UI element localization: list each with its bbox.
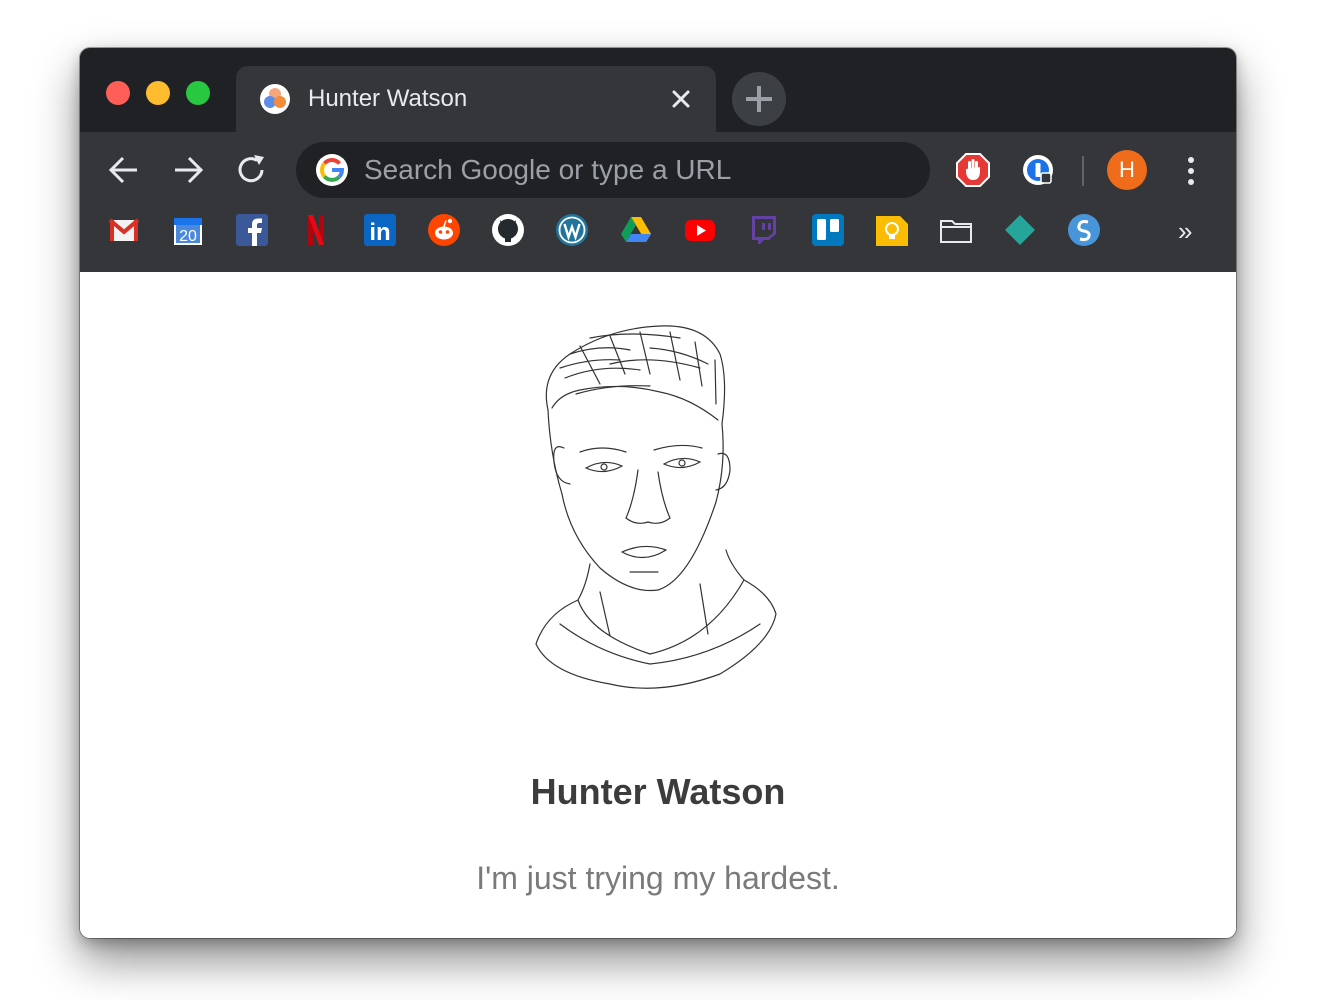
tab-title: Hunter Watson xyxy=(308,85,468,112)
plus-icon xyxy=(746,86,772,112)
page-tagline: I'm just trying my hardest. xyxy=(476,860,840,896)
netflix-icon[interactable] xyxy=(300,214,332,246)
bookmarks-overflow-icon[interactable]: » xyxy=(1178,216,1192,246)
back-button[interactable] xyxy=(107,153,141,187)
reload-icon xyxy=(238,155,264,183)
forward-button[interactable] xyxy=(171,153,205,187)
onepassword-icon[interactable] xyxy=(1021,153,1055,187)
browser-chrome: Hunter Watson Search Google or type a UR… xyxy=(80,48,1236,272)
profile-avatar[interactable]: H xyxy=(1107,150,1147,190)
back-arrow-icon xyxy=(108,156,137,184)
google-drive-icon[interactable] xyxy=(620,214,652,246)
calendar-date-label: 20 xyxy=(179,228,197,245)
facebook-icon[interactable] xyxy=(236,214,268,246)
new-tab-button[interactable] xyxy=(732,72,786,126)
bookmarks-bar: 20 in » xyxy=(80,214,1236,254)
close-window-button[interactable] xyxy=(106,81,130,105)
trello-icon[interactable] xyxy=(812,214,844,246)
vertical-dots-menu-icon[interactable] xyxy=(1184,154,1198,188)
browser-window: Hunter Watson Search Google or type a UR… xyxy=(80,48,1236,938)
line-drawing-portrait xyxy=(530,324,792,694)
forward-arrow-icon xyxy=(175,156,204,184)
tri-circle-favicon-icon xyxy=(260,84,290,114)
page-title: Hunter Watson xyxy=(530,771,786,812)
gmail-icon[interactable] xyxy=(108,214,140,246)
tab-hunter-watson[interactable]: Hunter Watson xyxy=(236,66,716,132)
calendar-icon[interactable]: 20 xyxy=(172,214,204,246)
minimize-window-button[interactable] xyxy=(146,81,170,105)
omnibox-placeholder: Search Google or type a URL xyxy=(364,154,732,185)
simplenote-icon[interactable] xyxy=(1068,214,1100,246)
twitch-icon[interactable] xyxy=(748,214,780,246)
linkedin-label: in xyxy=(369,219,390,246)
folder-icon[interactable] xyxy=(940,214,972,246)
page-content: Hunter Watson I'm just trying my hardest… xyxy=(80,272,1236,938)
google-g-icon xyxy=(316,154,348,186)
keep-lightbulb-icon[interactable] xyxy=(876,214,908,246)
youtube-icon[interactable] xyxy=(684,214,716,246)
diamond-icon[interactable] xyxy=(1004,214,1036,246)
zoom-window-button[interactable] xyxy=(186,81,210,105)
reddit-icon[interactable] xyxy=(428,214,460,246)
reload-button[interactable] xyxy=(235,153,269,187)
adblock-hand-icon[interactable] xyxy=(956,153,990,187)
omnibox[interactable]: Search Google or type a URL xyxy=(296,142,930,198)
linkedin-icon[interactable]: in xyxy=(364,214,396,246)
toolbar-divider xyxy=(1082,156,1084,186)
github-icon[interactable] xyxy=(492,214,524,246)
tab-close-icon[interactable] xyxy=(668,86,694,112)
wordpress-icon[interactable] xyxy=(556,214,588,246)
